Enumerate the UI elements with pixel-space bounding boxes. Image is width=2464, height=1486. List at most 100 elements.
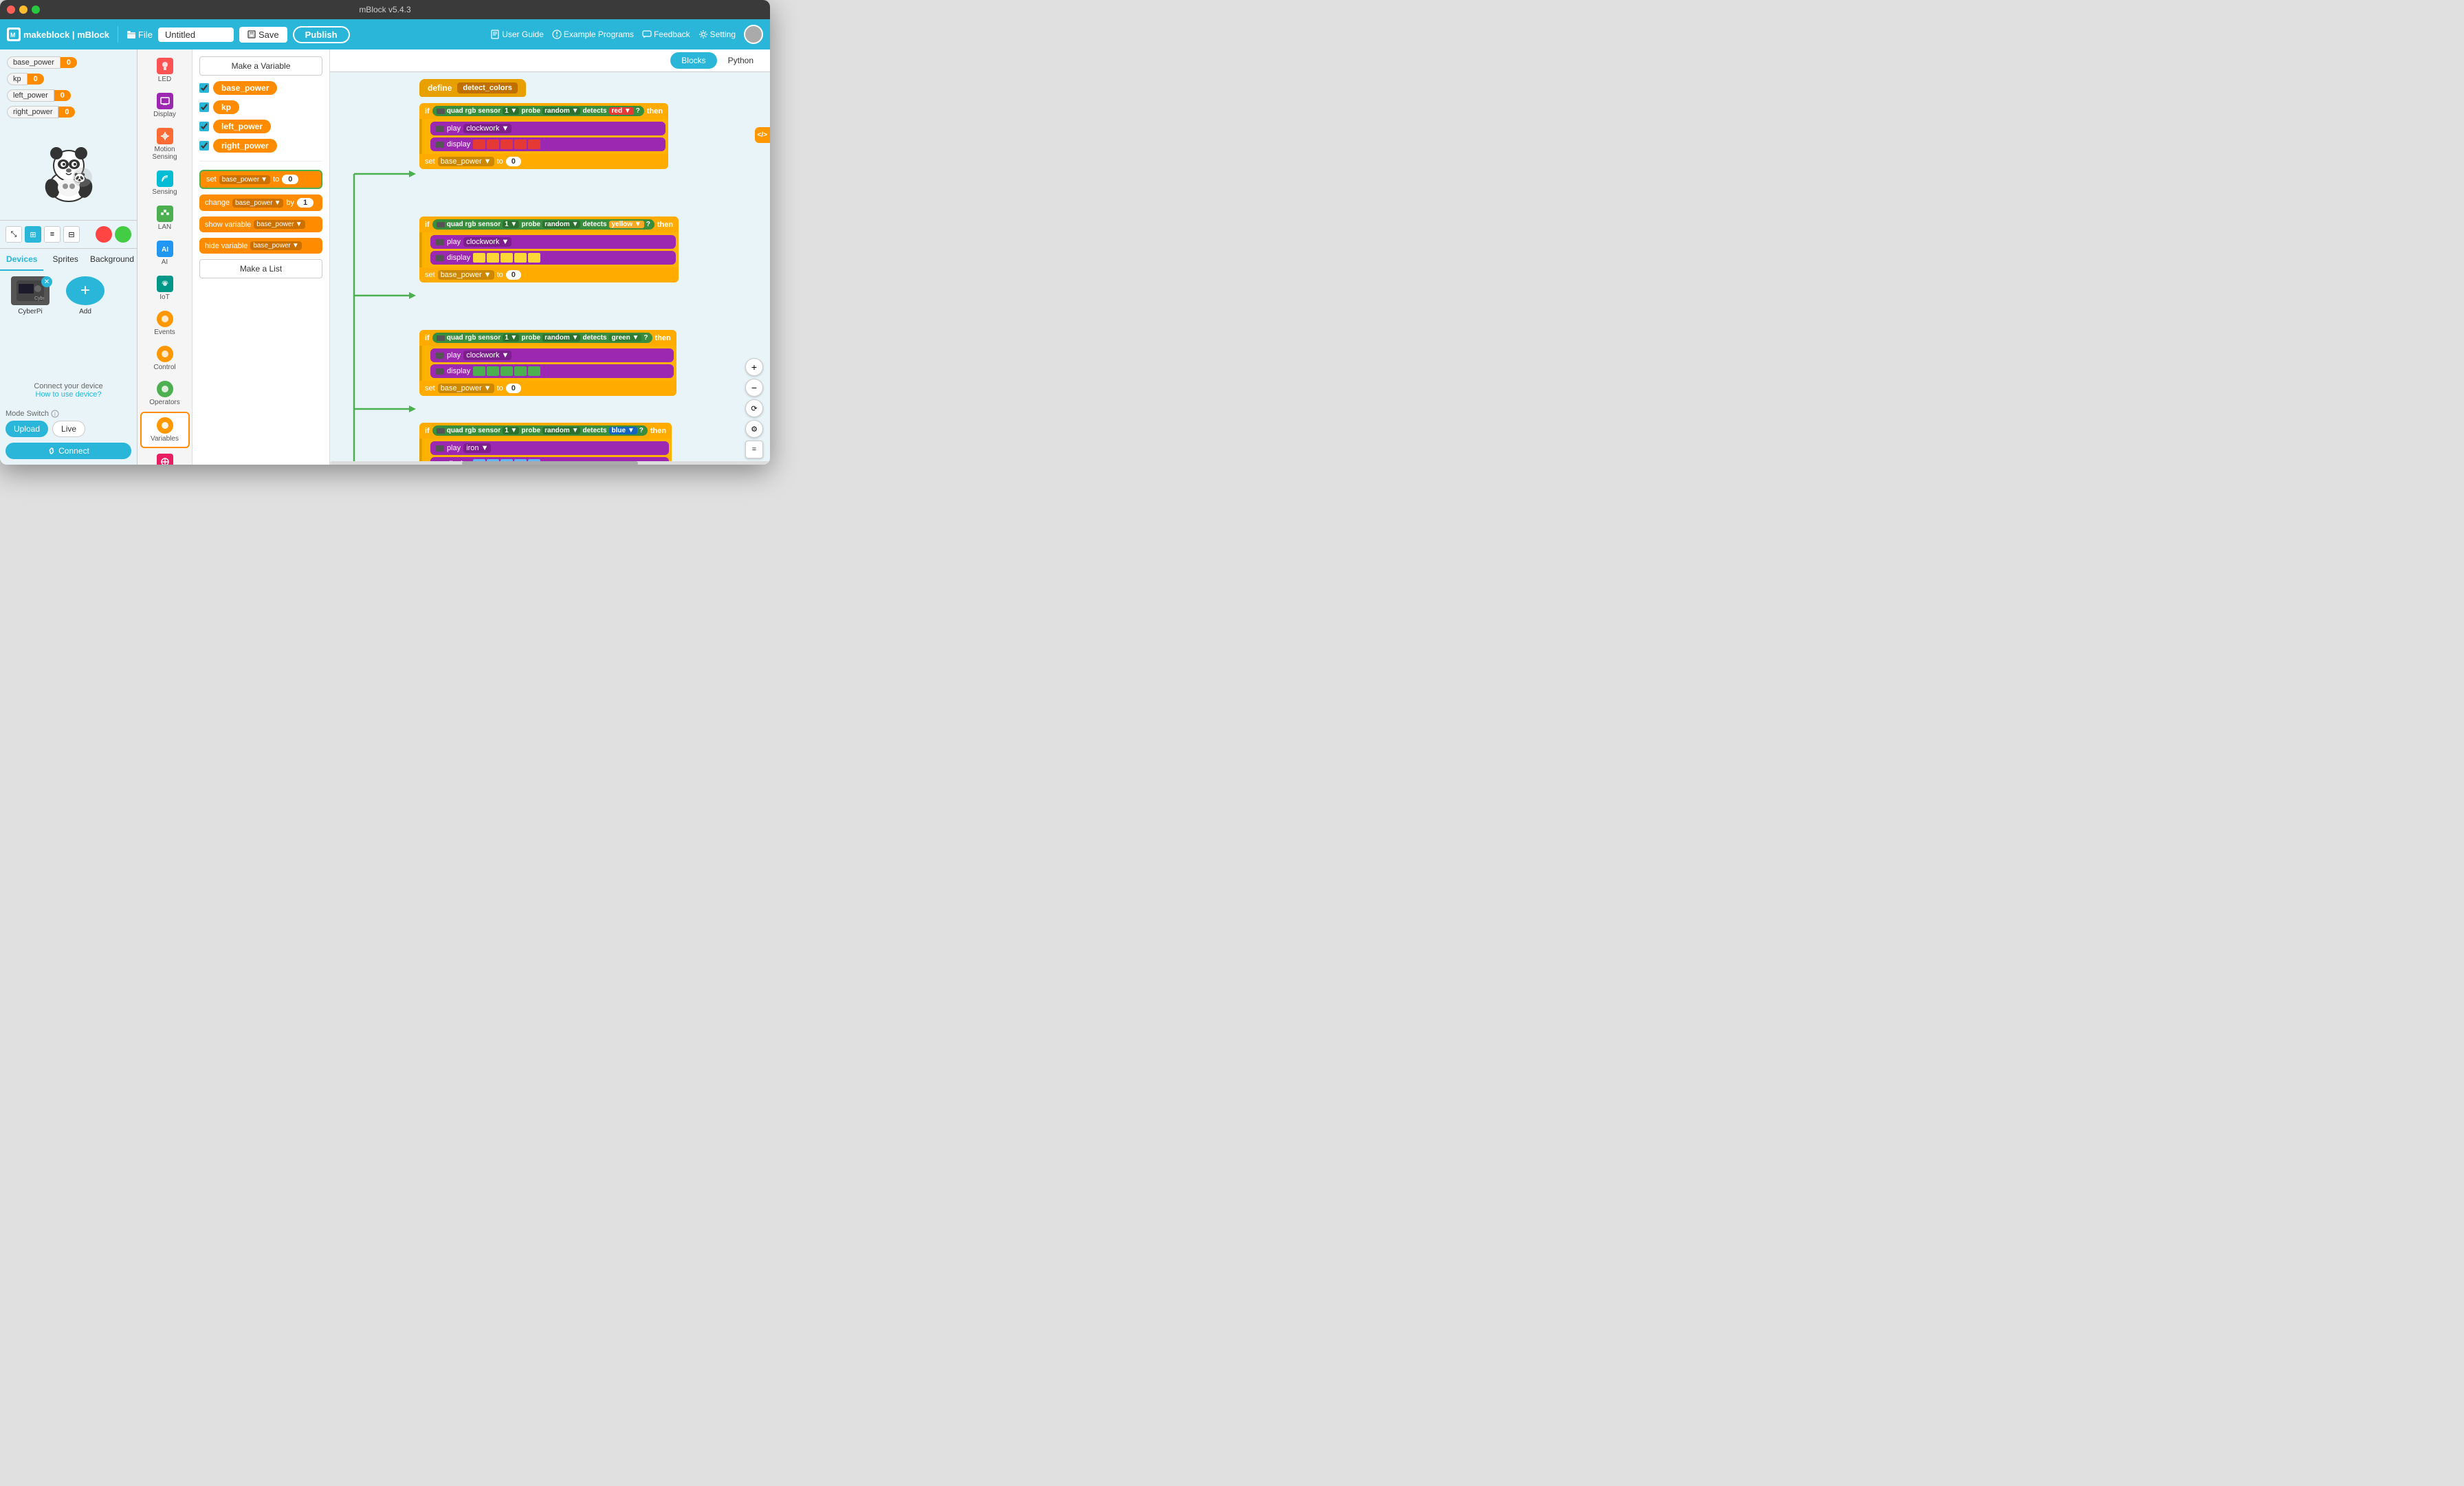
- set-val-1[interactable]: 0: [506, 157, 521, 166]
- toolbar: M makeblock | mBlock File Save Publish U…: [0, 19, 770, 49]
- small-grid-btn[interactable]: ⊟: [63, 226, 80, 243]
- grid-view-btn[interactable]: ⊞: [25, 226, 41, 243]
- add-device-btn[interactable]: +: [66, 276, 104, 305]
- change-value[interactable]: 1: [297, 198, 314, 208]
- if-body-1: play clockwork ▼ display: [419, 119, 668, 154]
- sensor-block-2[interactable]: quad rgb sensor 1 ▼ probe random ▼ detec…: [432, 219, 654, 230]
- define-block[interactable]: define detect_colors: [419, 79, 526, 97]
- if-header-4[interactable]: if quad rgb sensor 1 ▼ probe random ▼ de…: [419, 423, 672, 439]
- play-block-3[interactable]: play clockwork ▼: [430, 348, 674, 362]
- sensor-block-1[interactable]: quad rgb sensor 1 ▼ probe random ▼ detec…: [432, 106, 644, 116]
- set-block-2[interactable]: set base_power ▼ to 0: [419, 267, 679, 282]
- category-lan[interactable]: LAN: [140, 201, 190, 235]
- var-checkbox-input-left_power[interactable]: [199, 122, 209, 131]
- make-variable-button[interactable]: Make a Variable: [199, 56, 322, 76]
- canvas-tabs: Blocks Python: [330, 49, 770, 72]
- category-control[interactable]: Control: [140, 342, 190, 375]
- play-block-2[interactable]: play clockwork ▼: [430, 235, 676, 249]
- blocks-workspace[interactable]: define detect_colors if quad rgb sensor …: [330, 72, 770, 465]
- live-mode-btn[interactable]: Live: [52, 421, 85, 437]
- make-list-button[interactable]: Make a List: [199, 259, 322, 278]
- var-checkbox-input-kp[interactable]: [199, 102, 209, 112]
- save-button[interactable]: Save: [239, 27, 287, 43]
- settings-button[interactable]: ⚙: [745, 420, 763, 438]
- user-avatar[interactable]: [744, 25, 763, 44]
- upload-mode-btn[interactable]: Upload: [6, 421, 48, 437]
- code-view-button[interactable]: </>: [755, 127, 770, 143]
- change-var-dropdown[interactable]: base_power ▼: [232, 199, 283, 208]
- hide-variable-block[interactable]: hide variable base_power ▼: [199, 238, 322, 254]
- fullscreen-button[interactable]: =: [745, 441, 763, 458]
- operators-label: Operators: [149, 399, 179, 406]
- expand-view-btn[interactable]: ⤡: [6, 226, 22, 243]
- user-guide-link[interactable]: User Guide: [490, 30, 544, 39]
- show-variable-block[interactable]: show variable base_power ▼: [199, 217, 322, 232]
- var-checkbox-input-base_power[interactable]: [199, 83, 209, 93]
- if-header-2[interactable]: if quad rgb sensor 1 ▼ probe random ▼ de…: [419, 217, 679, 232]
- set-value-input[interactable]: 0: [282, 175, 298, 184]
- maximize-button[interactable]: [32, 5, 40, 14]
- category-led[interactable]: LED: [140, 54, 190, 87]
- var-val-right_power: 0: [58, 107, 75, 118]
- if-header-3[interactable]: if quad rgb sensor 1 ▼ probe random ▼ de…: [419, 330, 676, 346]
- device-remove-btn[interactable]: ✕: [41, 276, 52, 287]
- zoom-in-button[interactable]: +: [745, 358, 763, 376]
- screen-icon-3: [436, 353, 444, 359]
- view-controls: ⤡ ⊞ ≡ ⊟: [0, 220, 137, 248]
- var-name-right_power: right_power: [7, 106, 58, 118]
- var-checkbox-input-right_power[interactable]: [199, 141, 209, 151]
- display-block-3[interactable]: display: [430, 364, 674, 378]
- horizontal-scrollbar[interactable]: [330, 461, 770, 465]
- project-name-input[interactable]: [158, 27, 234, 42]
- close-button[interactable]: [7, 5, 15, 14]
- if-header-1[interactable]: if quad rgb sensor 1 ▼ probe random ▼ de…: [419, 103, 668, 119]
- tab-devices[interactable]: Devices: [0, 249, 43, 271]
- var-block-base_power[interactable]: base_power: [213, 81, 277, 95]
- list-view-btn[interactable]: ≡: [44, 226, 60, 243]
- category-variables[interactable]: Variables: [140, 412, 190, 448]
- tab-blocks[interactable]: Blocks: [670, 52, 716, 69]
- show-var-dropdown[interactable]: base_power ▼: [254, 220, 305, 229]
- set-block-1[interactable]: set base_power ▼ to 0: [419, 154, 668, 169]
- var-block-right_power[interactable]: right_power: [213, 139, 277, 153]
- play-block-4[interactable]: play iron ▼: [430, 441, 669, 455]
- category-iot[interactable]: IoT: [140, 271, 190, 305]
- category-display[interactable]: Display: [140, 89, 190, 122]
- tab-background[interactable]: Background: [87, 249, 137, 271]
- file-menu[interactable]: File: [126, 30, 153, 40]
- stop-button[interactable]: [96, 226, 112, 243]
- setting-link[interactable]: Setting: [698, 30, 736, 39]
- category-events[interactable]: Events: [140, 307, 190, 340]
- category-extension[interactable]: extension: [140, 450, 190, 465]
- set-variable-block[interactable]: set base_power ▼ to 0: [199, 170, 322, 189]
- category-operators[interactable]: Operators: [140, 377, 190, 410]
- scrollbar-thumb: [462, 461, 638, 465]
- minimize-button[interactable]: [19, 5, 28, 14]
- tab-sprites[interactable]: Sprites: [43, 249, 87, 271]
- connect-button[interactable]: Connect: [6, 443, 131, 459]
- go-button[interactable]: [115, 226, 131, 243]
- set-val-3[interactable]: 0: [506, 384, 521, 393]
- play-block-1[interactable]: play clockwork ▼: [430, 122, 666, 135]
- display-block-1[interactable]: display: [430, 137, 666, 151]
- reset-view-button[interactable]: ⟳: [745, 399, 763, 417]
- example-programs-link[interactable]: Example Programs: [552, 30, 634, 39]
- sensor-block-3[interactable]: quad rgb sensor 1 ▼ probe random ▼ detec…: [432, 333, 652, 343]
- feedback-link[interactable]: Feedback: [642, 30, 690, 39]
- change-variable-block[interactable]: change base_power ▼ by 1: [199, 195, 322, 211]
- publish-button[interactable]: Publish: [293, 26, 350, 43]
- var-block-kp[interactable]: kp: [213, 100, 239, 114]
- tab-python[interactable]: Python: [717, 52, 764, 69]
- category-ai[interactable]: AI AI: [140, 236, 190, 270]
- zoom-out-button[interactable]: −: [745, 379, 763, 397]
- var-block-left_power[interactable]: left_power: [213, 120, 271, 133]
- set-val-2[interactable]: 0: [506, 270, 521, 280]
- category-motion-sensing[interactable]: Motion Sensing: [140, 124, 190, 165]
- category-sensing[interactable]: Sensing: [140, 166, 190, 200]
- how-to-use-device-link[interactable]: How to use device?: [6, 390, 131, 399]
- display-block-2[interactable]: display: [430, 251, 676, 265]
- hide-var-dropdown[interactable]: base_power ▼: [250, 241, 301, 250]
- sensor-block-4[interactable]: quad rgb sensor 1 ▼ probe random ▼ detec…: [432, 425, 648, 436]
- set-var-dropdown[interactable]: base_power ▼: [219, 175, 270, 184]
- set-block-3[interactable]: set base_power ▼ to 0: [419, 381, 676, 396]
